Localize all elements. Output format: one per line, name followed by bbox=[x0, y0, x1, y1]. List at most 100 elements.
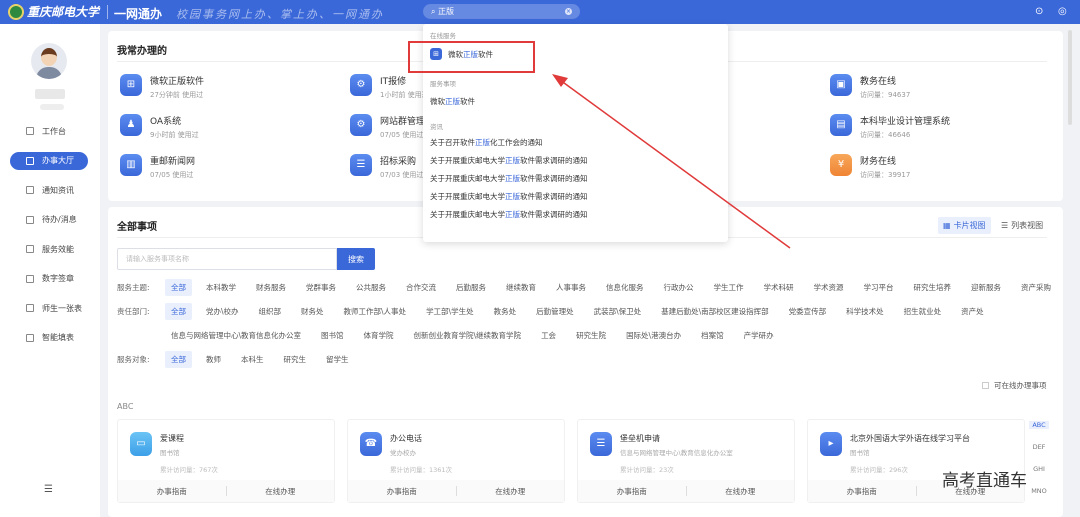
filter-tag[interactable]: 学术资源 bbox=[808, 279, 850, 296]
sidebar-item-label: 通知资讯 bbox=[42, 185, 74, 195]
filter-tag[interactable]: 学习平台 bbox=[858, 279, 900, 296]
online-button[interactable]: 在线办理 bbox=[457, 486, 565, 497]
filter-tag[interactable]: 本科生 bbox=[235, 351, 270, 368]
frequent-item[interactable]: ▣ 教务在线 访问量：94637 bbox=[830, 74, 910, 100]
frequent-item[interactable]: ♟ OA系统 9小时前 使用过 bbox=[120, 114, 199, 140]
guide-button[interactable]: 办事指南 bbox=[118, 486, 226, 497]
filter-tag[interactable]: 教师 bbox=[200, 351, 227, 368]
filter-tag[interactable]: 武装部\保卫处 bbox=[588, 303, 648, 320]
filter-tag[interactable]: 学生工作 bbox=[708, 279, 750, 296]
frequent-item-sub: 1小时前 使用过 bbox=[380, 91, 429, 99]
frequent-item[interactable]: ▤ 本科毕业设计管理系统 访问量：46646 bbox=[830, 114, 950, 140]
university-logo[interactable]: 重庆邮电大学 bbox=[8, 3, 99, 20]
filter-tag[interactable]: 后勤管理处 bbox=[530, 303, 580, 320]
location-icon[interactable]: ⊙ bbox=[1035, 6, 1043, 17]
user-icon[interactable]: ◎ bbox=[1058, 6, 1067, 17]
filter-tag[interactable]: 研究生院 bbox=[570, 327, 612, 344]
filter-tag[interactable]: 研究生 bbox=[278, 351, 313, 368]
sidebar-item[interactable]: 工作台 bbox=[10, 122, 88, 140]
service-card[interactable]: ☰ 堡垒机申请 信息与网络管理中心\教育信息化办公室 累计访问量：23次 办事指南 在线办… bbox=[577, 419, 795, 503]
filter-tag[interactable]: 档案馆 bbox=[695, 327, 730, 344]
sidebar-item[interactable]: 待办/消息 bbox=[10, 211, 88, 229]
service-card[interactable]: ☎ 办公电话 党办校办 累计访问量：1361次 办事指南 在线办理 bbox=[347, 419, 565, 503]
alphabet-index[interactable]: MNO bbox=[1029, 487, 1049, 495]
filter-tag[interactable]: 财务服务 bbox=[250, 279, 292, 296]
alphabet-index[interactable]: ABC bbox=[1029, 421, 1049, 429]
guide-button[interactable]: 办事指南 bbox=[578, 486, 686, 497]
frequent-item[interactable]: ☰ 招标采购 07/03 使用过 bbox=[350, 154, 423, 180]
frequent-item[interactable]: ⚙ 网站群管理 07/05 使用过 bbox=[350, 114, 425, 140]
filter-tag[interactable]: 研究生培养 bbox=[908, 279, 958, 296]
filter-tag[interactable]: 组织部 bbox=[253, 303, 288, 320]
frequent-item[interactable]: ¥ 财务在线 访问量：39917 bbox=[830, 154, 910, 180]
sidebar-item[interactable]: 办事大厅 bbox=[10, 151, 88, 170]
dropdown-news-item[interactable]: 关于开展重庆邮电大学正版软件需求调研的通知 bbox=[430, 209, 588, 220]
filter-tag[interactable]: 人事事务 bbox=[550, 279, 592, 296]
filter-tag[interactable]: 教师工作部\人事处 bbox=[338, 303, 413, 320]
sidebar-item[interactable]: 通知资讯 bbox=[10, 181, 88, 199]
filter-tag[interactable]: 资产处 bbox=[955, 303, 990, 320]
sidebar-item[interactable]: 数字签章 bbox=[10, 270, 88, 288]
filter-tag[interactable]: 学工部\学生处 bbox=[420, 303, 480, 320]
filter-tag[interactable]: 党委宣传部 bbox=[783, 303, 833, 320]
frequent-item[interactable]: ⊞ 微软正版软件 27分钟前 使用过 bbox=[120, 74, 204, 100]
filter-tag[interactable]: 信息与网络管理中心\教育信息化办公室 bbox=[165, 327, 307, 344]
service-search-input[interactable]: 请输入服务事项名称 bbox=[117, 248, 337, 270]
frequent-item[interactable]: ▥ 重邮新闻网 07/05 使用过 bbox=[120, 154, 195, 180]
filter-tag[interactable]: 继续教育 bbox=[500, 279, 542, 296]
dropdown-service-item[interactable]: 微软正版软件 bbox=[430, 96, 475, 107]
filter-tag[interactable]: 教务处 bbox=[488, 303, 523, 320]
menu-icon bbox=[26, 274, 34, 283]
filter-tag[interactable]: 科学技术处 bbox=[840, 303, 890, 320]
global-search-input[interactable]: ⌕ 正版 × bbox=[423, 4, 580, 19]
filter-tag[interactable]: 学术科研 bbox=[758, 279, 800, 296]
dropdown-news-item[interactable]: 关于开展重庆邮电大学正版软件需求调研的通知 bbox=[430, 191, 588, 202]
filter-tag[interactable]: 国际处\港澳台办 bbox=[620, 327, 687, 344]
collapse-menu-icon[interactable]: ☰ bbox=[44, 484, 53, 495]
filter-tag[interactable]: 后勤服务 bbox=[450, 279, 492, 296]
dropdown-news-item[interactable]: 关于开展重庆邮电大学正版软件需求调研的通知 bbox=[430, 155, 588, 166]
sidebar-item[interactable]: 师生一张表 bbox=[10, 299, 88, 317]
frequent-item[interactable]: ⚙ IT报修 1小时前 使用过 bbox=[350, 74, 429, 100]
online-only-checkbox[interactable]: 可在线办理事项 bbox=[982, 380, 1047, 391]
avatar[interactable] bbox=[31, 43, 67, 79]
search-button[interactable]: 搜索 bbox=[337, 248, 375, 270]
sidebar-item[interactable]: 智能填表 bbox=[10, 329, 88, 347]
filter-tag[interactable]: 本科教学 bbox=[200, 279, 242, 296]
filter-tag[interactable]: 资产采购 bbox=[1015, 279, 1057, 296]
online-button[interactable]: 在线办理 bbox=[687, 486, 795, 497]
sidebar-item-label: 智能填表 bbox=[42, 333, 74, 342]
alphabet-index[interactable]: DEF bbox=[1029, 443, 1049, 451]
filter-tag[interactable]: 迎新服务 bbox=[965, 279, 1007, 296]
sidebar-item[interactable]: 服务效能 bbox=[10, 240, 88, 258]
filter-tag[interactable]: 全部 bbox=[165, 351, 192, 368]
clear-icon[interactable]: × bbox=[565, 8, 572, 15]
alphabet-index[interactable]: GHI bbox=[1029, 465, 1049, 473]
scrollbar[interactable] bbox=[1068, 30, 1072, 125]
card-view-button[interactable]: ▦ 卡片视图 bbox=[938, 217, 991, 234]
service-card[interactable]: ▭ 爱课程 图书馆 累计访问量：767次 办事指南 在线办理 bbox=[117, 419, 335, 503]
filter-tag[interactable]: 基建后勤处\南部校区建设指挥部 bbox=[655, 303, 775, 320]
filter-tag[interactable]: 产学研办 bbox=[738, 327, 780, 344]
filter-tag[interactable]: 信息化服务 bbox=[600, 279, 650, 296]
filter-tag[interactable]: 财务处 bbox=[295, 303, 330, 320]
filter-tag[interactable]: 公共服务 bbox=[350, 279, 392, 296]
filter-tag[interactable]: 全部 bbox=[165, 279, 192, 296]
online-button[interactable]: 在线办理 bbox=[227, 486, 335, 497]
guide-button[interactable]: 办事指南 bbox=[348, 486, 456, 497]
filter-tag[interactable]: 图书馆 bbox=[315, 327, 350, 344]
filter-tag[interactable]: 党办\校办 bbox=[200, 303, 245, 320]
filter-tag[interactable]: 创新创业教育学院\继续教育学院 bbox=[408, 327, 528, 344]
filter-tag[interactable]: 留学生 bbox=[320, 351, 355, 368]
dropdown-news-item[interactable]: 关于开展重庆邮电大学正版软件需求调研的通知 bbox=[430, 173, 588, 184]
filter-tag[interactable]: 体育学院 bbox=[358, 327, 400, 344]
filter-tag[interactable]: 全部 bbox=[165, 303, 192, 320]
guide-button[interactable]: 办事指南 bbox=[808, 486, 916, 497]
filter-tag[interactable]: 工会 bbox=[535, 327, 562, 344]
filter-tag[interactable]: 行政办公 bbox=[658, 279, 700, 296]
dropdown-news-item[interactable]: 关于召开软件正版化工作会的通知 bbox=[430, 137, 543, 148]
filter-tag[interactable]: 招生就业处 bbox=[898, 303, 948, 320]
filter-tag[interactable]: 党群事务 bbox=[300, 279, 342, 296]
list-view-button[interactable]: ☰ 列表视图 bbox=[996, 217, 1048, 234]
filter-tag[interactable]: 合作交流 bbox=[400, 279, 442, 296]
